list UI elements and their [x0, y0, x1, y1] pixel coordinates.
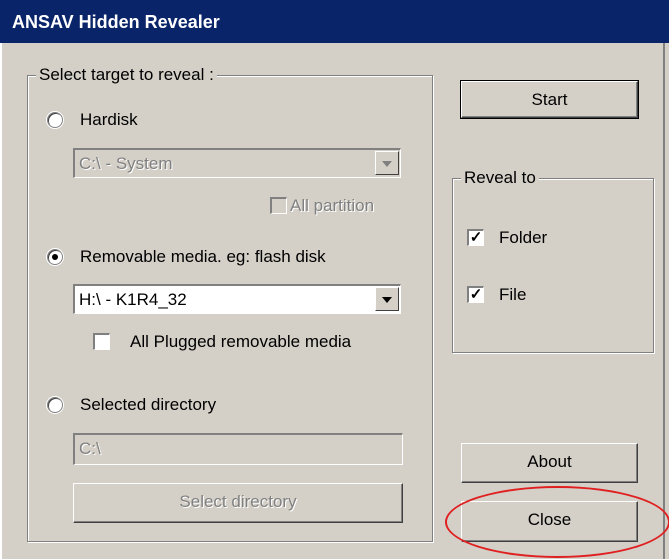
window-title: ANSAV Hidden Revealer: [12, 12, 220, 32]
hardisk-label[interactable]: Hardisk: [80, 110, 138, 130]
select-directory-button[interactable]: Select directory: [73, 483, 403, 523]
reveal-to-legend: Reveal to: [461, 168, 539, 188]
all-plugged-label[interactable]: All Plugged removable media: [130, 332, 351, 352]
start-button[interactable]: Start: [460, 80, 639, 119]
removable-drive-value: H:\ - K1R4_32: [79, 290, 187, 309]
removable-drive-select[interactable]: H:\ - K1R4_32: [73, 284, 401, 314]
all-partition-checkbox[interactable]: [270, 197, 287, 214]
select-target-legend: Select target to reveal :: [36, 65, 217, 85]
removable-media-radio[interactable]: [47, 249, 63, 265]
directory-input-value: C:\: [79, 439, 101, 458]
hardisk-drive-value: C:\ - System: [79, 154, 173, 173]
reveal-to-group: Reveal to: [452, 168, 654, 353]
folder-label[interactable]: Folder: [499, 228, 547, 248]
all-partition-label[interactable]: All partition: [290, 196, 374, 216]
file-label[interactable]: File: [499, 285, 526, 305]
close-button[interactable]: Close: [461, 501, 638, 542]
start-label: Start: [531, 90, 568, 109]
close-label: Close: [527, 510, 572, 529]
folder-checkbox[interactable]: ✓: [467, 229, 484, 246]
about-label: About: [527, 452, 572, 471]
select-directory-label: Select directory: [179, 492, 297, 511]
directory-input[interactable]: C:\: [73, 433, 403, 465]
file-checkbox[interactable]: ✓: [467, 286, 484, 303]
about-button[interactable]: About: [461, 443, 638, 483]
dropdown-arrow-icon[interactable]: [375, 151, 399, 175]
title-bar[interactable]: ANSAV Hidden Revealer: [0, 0, 669, 43]
hardisk-radio[interactable]: [47, 112, 63, 128]
dropdown-arrow-icon[interactable]: [375, 287, 399, 311]
hardisk-drive-select[interactable]: C:\ - System: [73, 148, 401, 178]
selected-directory-radio[interactable]: [47, 397, 63, 413]
all-plugged-checkbox[interactable]: [93, 333, 110, 350]
removable-media-label[interactable]: Removable media. eg: flash disk: [80, 247, 326, 267]
selected-directory-label[interactable]: Selected directory: [80, 395, 216, 415]
